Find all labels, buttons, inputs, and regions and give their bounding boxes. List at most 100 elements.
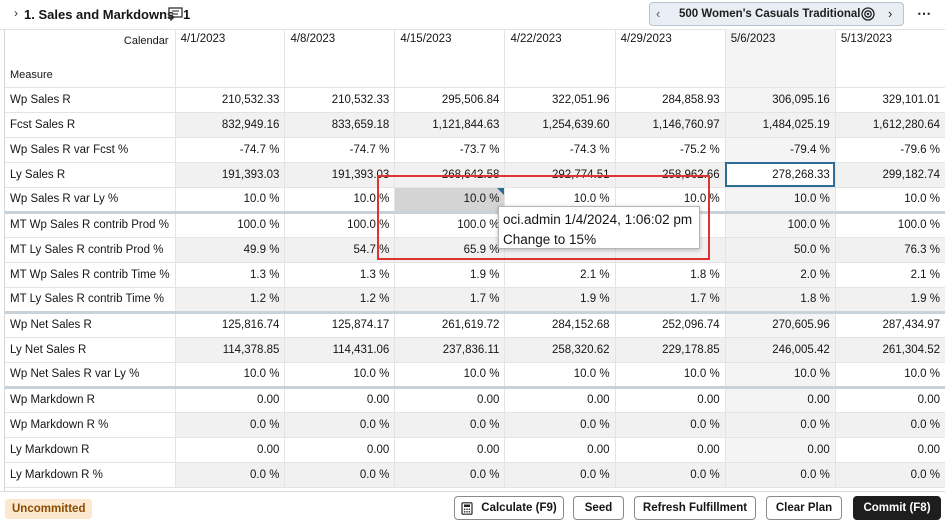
data-cell[interactable]: 287,434.97	[835, 310, 945, 338]
data-cell[interactable]: 114,431.06	[284, 337, 396, 363]
data-cell[interactable]: 0.0 %	[725, 412, 836, 438]
data-cell[interactable]: 2.0 %	[725, 262, 836, 288]
data-cell[interactable]: 0.00	[615, 385, 726, 413]
data-cell[interactable]: 10.0 %	[835, 362, 945, 388]
data-cell[interactable]: 1.9 %	[394, 262, 506, 288]
data-cell[interactable]: 0.00	[725, 437, 836, 463]
data-cell[interactable]: 1,146,760.97	[615, 112, 726, 138]
data-cell[interactable]: 65.9 %	[394, 237, 506, 263]
data-cell[interactable]: 0.00	[394, 385, 506, 413]
data-cell[interactable]: 10.0 %	[835, 187, 945, 213]
data-cell[interactable]: 0.00	[835, 385, 945, 413]
data-cell[interactable]: 0.0 %	[835, 462, 945, 488]
data-cell[interactable]: 10.0 %	[394, 362, 506, 388]
data-cell[interactable]: 1.7 %	[394, 287, 506, 313]
data-cell[interactable]: 10.0 %	[504, 362, 616, 388]
data-cell[interactable]: 10.0 %	[175, 187, 286, 213]
data-cell[interactable]: 191,393.03	[175, 162, 286, 188]
data-cell[interactable]: 0.00	[504, 385, 616, 413]
data-cell[interactable]: -74.3 %	[504, 137, 616, 163]
data-cell[interactable]: 299,182.74	[835, 162, 945, 188]
data-cell[interactable]: 833,659.18	[284, 112, 396, 138]
data-cell[interactable]: 50.0 %	[725, 237, 836, 263]
data-cell[interactable]: 100.0 %	[284, 210, 396, 238]
data-cell[interactable]: 10.0 %	[175, 362, 286, 388]
data-cell[interactable]: -74.7 %	[175, 137, 286, 163]
data-cell[interactable]: 1.7 %	[615, 287, 726, 313]
data-cell[interactable]: 1.3 %	[284, 262, 396, 288]
data-cell[interactable]: 306,095.16	[725, 87, 836, 113]
data-cell[interactable]: 0.00	[835, 437, 945, 463]
more-options-icon[interactable]: ⋯	[917, 5, 932, 22]
data-cell[interactable]: 0.0 %	[504, 412, 616, 438]
data-cell[interactable]: 292,774.51	[504, 162, 616, 188]
data-cell[interactable]: 0.0 %	[615, 412, 726, 438]
data-cell[interactable]: 100.0 %	[835, 210, 945, 238]
data-cell[interactable]: 210,532.33	[284, 87, 396, 113]
data-cell[interactable]: 49.9 %	[175, 237, 286, 263]
data-cell[interactable]: 329,101.01	[835, 87, 945, 113]
data-cell[interactable]: 10.0 %	[284, 187, 396, 213]
data-cell[interactable]: 0.0 %	[394, 412, 506, 438]
data-cell[interactable]: 125,816.74	[175, 310, 286, 338]
data-cell[interactable]: 10.0 %	[284, 362, 396, 388]
target-icon[interactable]	[861, 7, 875, 21]
data-cell[interactable]: 1,484,025.19	[725, 112, 836, 138]
data-cell[interactable]: -74.7 %	[284, 137, 396, 163]
data-cell[interactable]: 0.00	[725, 385, 836, 413]
data-cell[interactable]: 0.00	[284, 385, 396, 413]
data-cell[interactable]: 1.2 %	[284, 287, 396, 313]
data-cell[interactable]: -75.2 %	[615, 137, 726, 163]
data-cell[interactable]: 0.00	[175, 437, 286, 463]
data-cell[interactable]: 0.0 %	[835, 412, 945, 438]
data-cell[interactable]: 0.0 %	[284, 412, 396, 438]
data-cell[interactable]: -79.4 %	[725, 137, 836, 163]
data-cell[interactable]: 0.0 %	[725, 462, 836, 488]
data-cell[interactable]: -79.6 %	[835, 137, 945, 163]
column-header[interactable]: 4/15/2023	[394, 29, 506, 63]
data-cell[interactable]: 832,949.16	[175, 112, 286, 138]
data-cell[interactable]: 1,254,639.60	[504, 112, 616, 138]
column-header[interactable]: 4/8/2023	[284, 29, 396, 63]
data-cell[interactable]: 0.00	[504, 437, 616, 463]
data-cell[interactable]: 284,858.93	[615, 87, 726, 113]
data-cell[interactable]: 10.0 %	[615, 362, 726, 388]
data-cell[interactable]: 191,393.03	[284, 162, 396, 188]
data-cell[interactable]: 284,152.68	[504, 310, 616, 338]
column-header[interactable]: 4/1/2023	[175, 29, 286, 63]
data-cell[interactable]: 0.00	[394, 437, 506, 463]
chevron-right-icon[interactable]: ›	[888, 6, 892, 21]
data-cell[interactable]: 100.0 %	[725, 210, 836, 238]
data-cell[interactable]: 258,962.66	[615, 162, 726, 188]
data-cell[interactable]: 10.0 %	[725, 362, 836, 388]
column-header[interactable]: 4/22/2023	[504, 29, 616, 63]
calculate-button[interactable]: Calculate (F9)	[454, 496, 564, 520]
data-cell[interactable]: 261,619.72	[394, 310, 506, 338]
data-cell[interactable]: 2.1 %	[835, 262, 945, 288]
data-cell[interactable]: 100.0 %	[175, 210, 286, 238]
data-cell[interactable]: 0.0 %	[284, 462, 396, 488]
column-header[interactable]: 4/29/2023	[615, 29, 726, 63]
data-cell[interactable]: 261,304.52	[835, 337, 945, 363]
data-cell[interactable]: 0.00	[615, 437, 726, 463]
data-cell[interactable]: 2.1 %	[504, 262, 616, 288]
chevron-right-icon[interactable]: ›	[9, 6, 23, 20]
data-cell[interactable]: 1,612,280.64	[835, 112, 945, 138]
seed-button[interactable]: Seed	[573, 496, 624, 520]
data-cell[interactable]: 1,121,844.63	[394, 112, 506, 138]
data-cell[interactable]: 1.9 %	[835, 287, 945, 313]
data-cell[interactable]: 268,642.58	[394, 162, 506, 188]
data-cell[interactable]: 0.00	[175, 385, 286, 413]
data-cell[interactable]: 0.0 %	[394, 462, 506, 488]
data-cell[interactable]: 125,874.17	[284, 310, 396, 338]
data-cell[interactable]: 1.9 %	[504, 287, 616, 313]
data-cell[interactable]: 229,178.85	[615, 337, 726, 363]
data-cell[interactable]: 1.8 %	[615, 262, 726, 288]
data-cell[interactable]: 0.0 %	[615, 462, 726, 488]
commit-button[interactable]: Commit (F8)	[853, 496, 941, 520]
data-cell[interactable]: 0.0 %	[504, 462, 616, 488]
data-cell[interactable]: 258,320.62	[504, 337, 616, 363]
refresh-fulfillment-button[interactable]: Refresh Fulfillment	[634, 496, 756, 520]
data-cell[interactable]: 1.3 %	[175, 262, 286, 288]
column-header[interactable]: 5/13/2023	[835, 29, 945, 63]
